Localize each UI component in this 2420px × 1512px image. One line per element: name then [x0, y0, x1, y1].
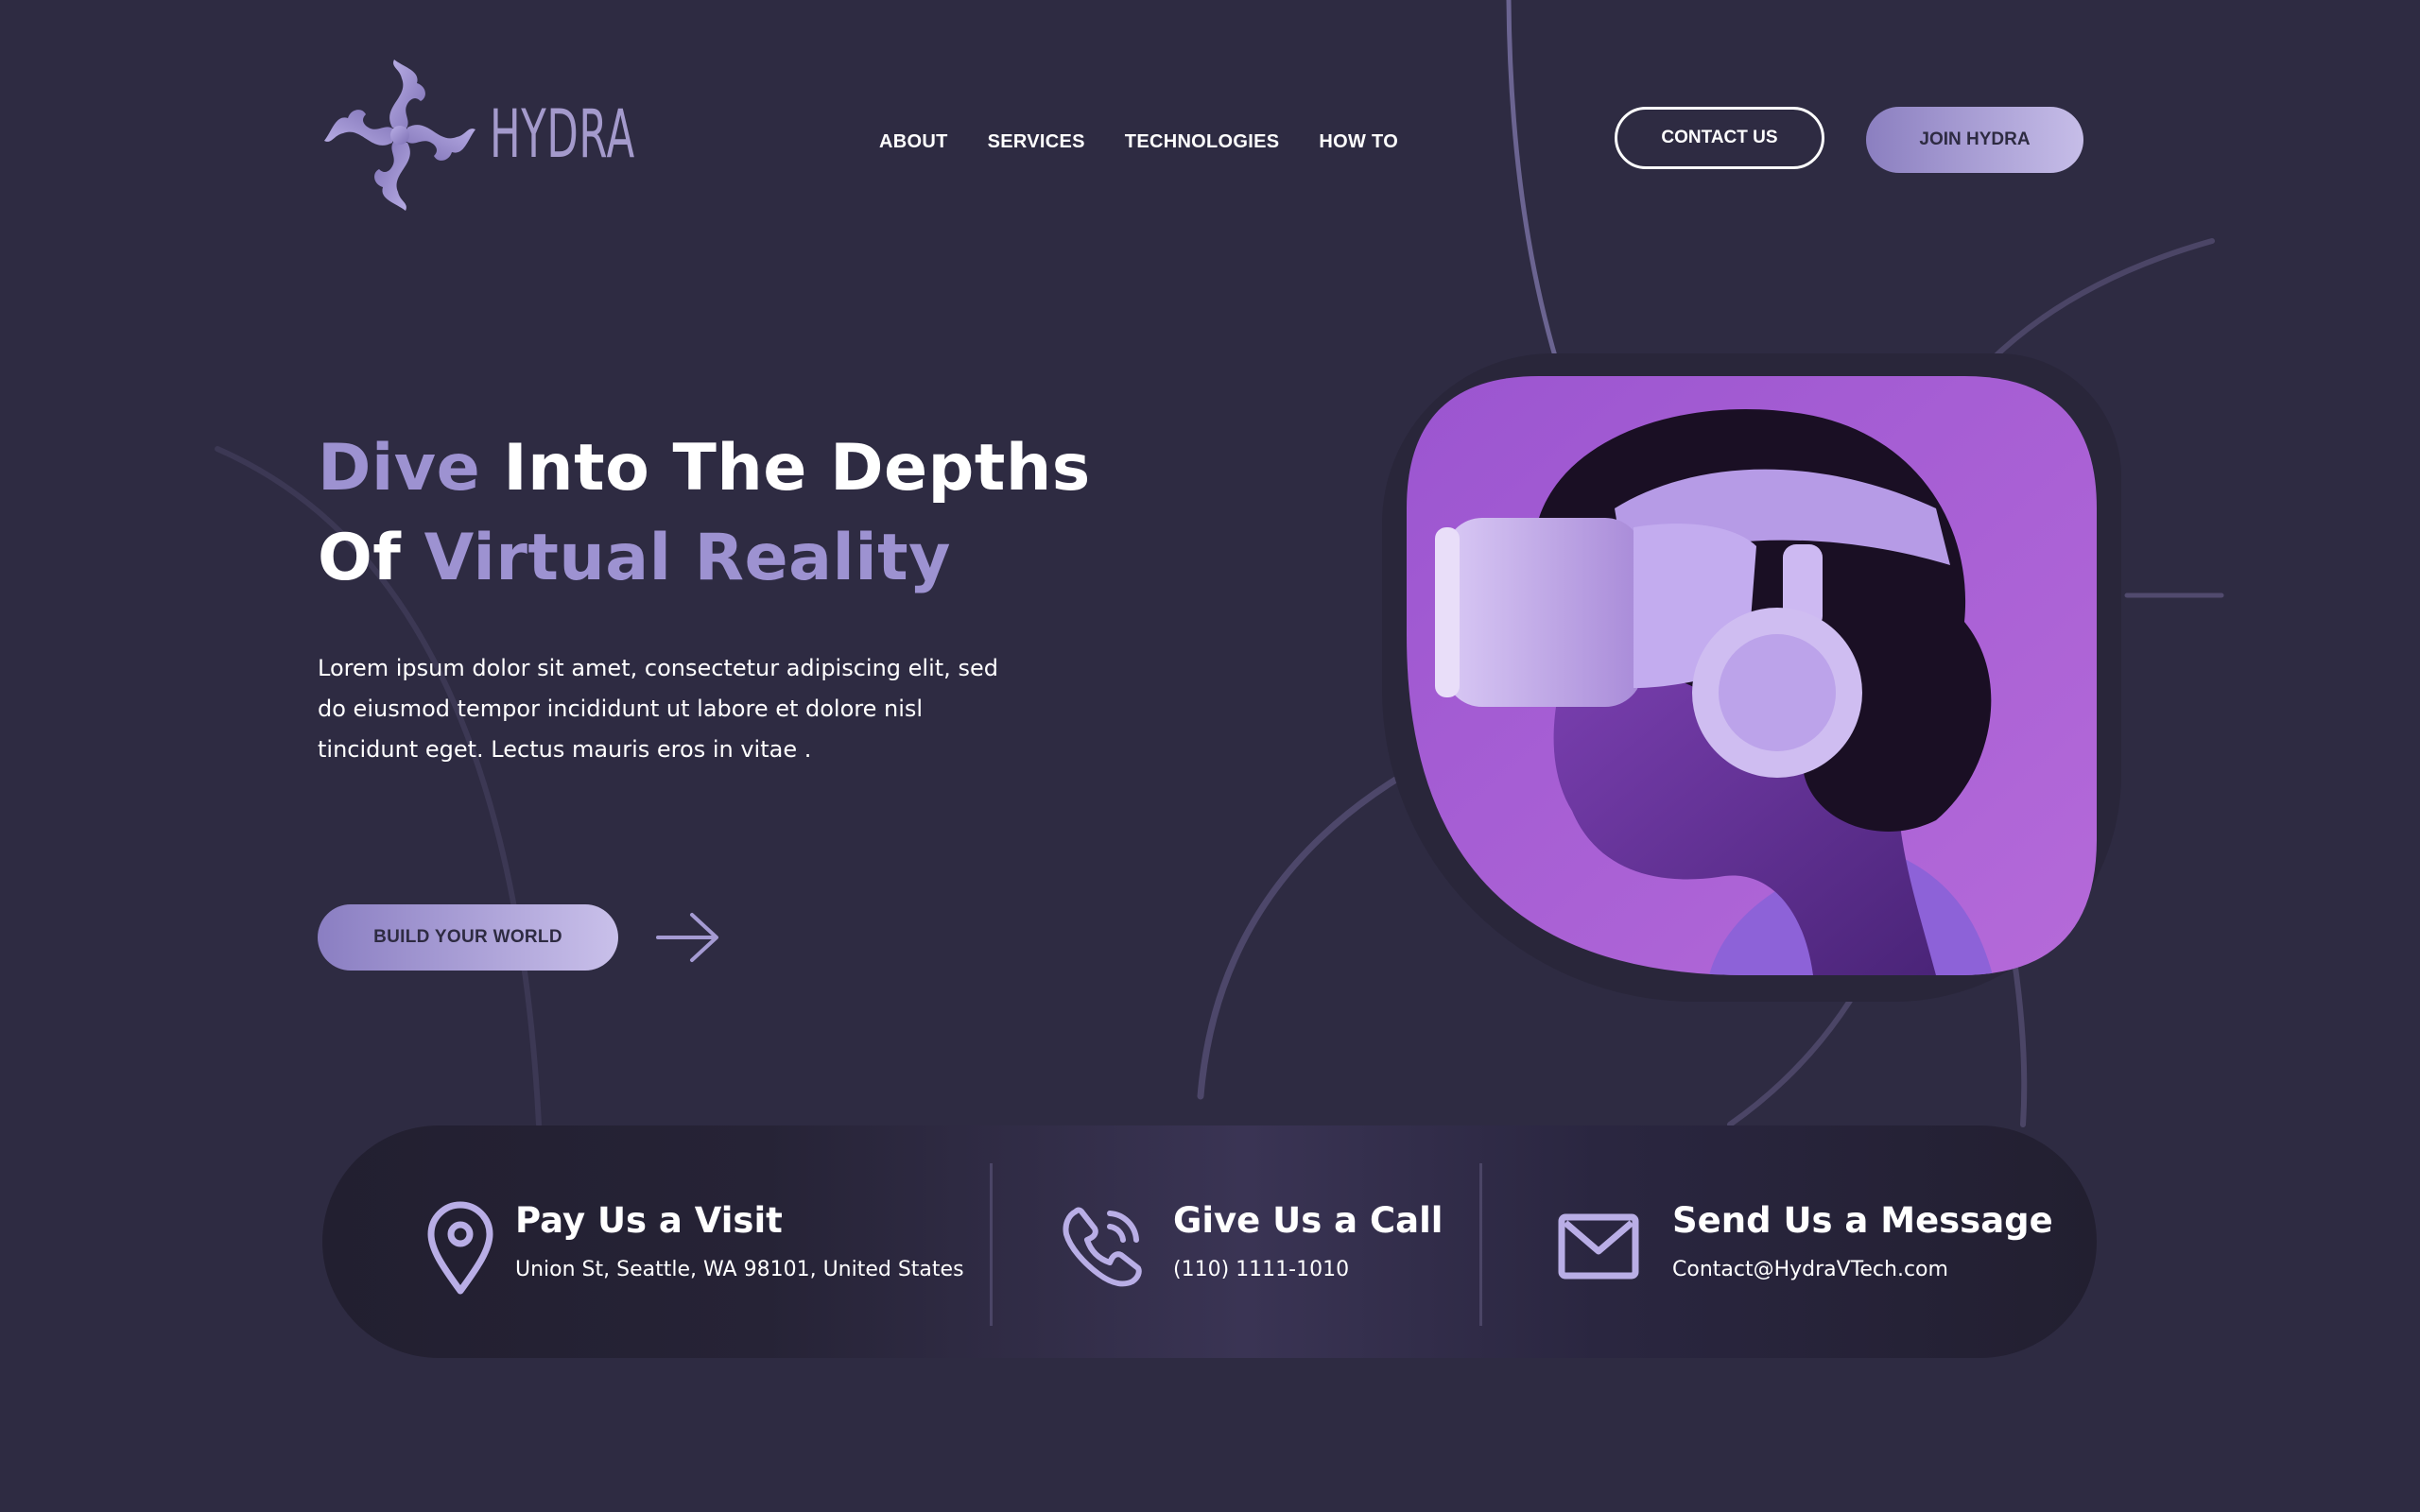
- message-title: Send Us a Message: [1672, 1200, 2053, 1241]
- hero-title-rest-1: Into The Depths: [480, 431, 1091, 506]
- contact-divider: [1479, 1163, 1482, 1326]
- phone-icon[interactable]: [1063, 1206, 1144, 1287]
- nav-about[interactable]: ABOUT: [879, 131, 948, 153]
- hero-image: [1407, 376, 2097, 975]
- logo-wordmark: HYDRA: [490, 95, 635, 173]
- build-your-world-button[interactable]: BUILD YOUR WORLD: [318, 904, 618, 971]
- arrow-right-icon[interactable]: [654, 911, 722, 964]
- nav-how-to[interactable]: HOW TO: [1319, 131, 1398, 153]
- hero-title-start-2: Of: [318, 521, 424, 595]
- hero-title-accent-1: Dive: [318, 431, 481, 506]
- nav-services[interactable]: SERVICES: [988, 131, 1085, 153]
- visit-address: Union St, Seattle, WA 98101, United Stat…: [515, 1258, 964, 1281]
- visit-title: Pay Us a Visit: [515, 1200, 783, 1241]
- hero-title: Dive Into The Depths Of Virtual Reality: [318, 423, 1168, 603]
- message-email[interactable]: Contact@HydraVTech.com: [1672, 1258, 1948, 1281]
- mail-icon[interactable]: [1558, 1213, 1639, 1280]
- main-nav: ABOUT SERVICES TECHNOLOGIES HOW TO: [879, 131, 1398, 153]
- call-phone[interactable]: (110) 1111-1010: [1173, 1258, 1349, 1281]
- contact-bar: [322, 1125, 2097, 1358]
- contact-us-button[interactable]: CONTACT US: [1615, 107, 1824, 169]
- join-hydra-button[interactable]: JOIN HYDRA: [1866, 107, 2083, 173]
- hero-paragraph: Lorem ipsum dolor sit amet, consectetur …: [318, 655, 998, 763]
- hydra-logo-icon: [324, 60, 475, 211]
- contact-divider: [990, 1163, 993, 1326]
- nav-technologies[interactable]: TECHNOLOGIES: [1125, 131, 1280, 153]
- call-title: Give Us a Call: [1173, 1200, 1443, 1241]
- logo[interactable]: HYDRA: [320, 52, 634, 213]
- hero-title-accent-2: Virtual Reality: [424, 521, 951, 595]
- location-pin-icon: [427, 1201, 493, 1295]
